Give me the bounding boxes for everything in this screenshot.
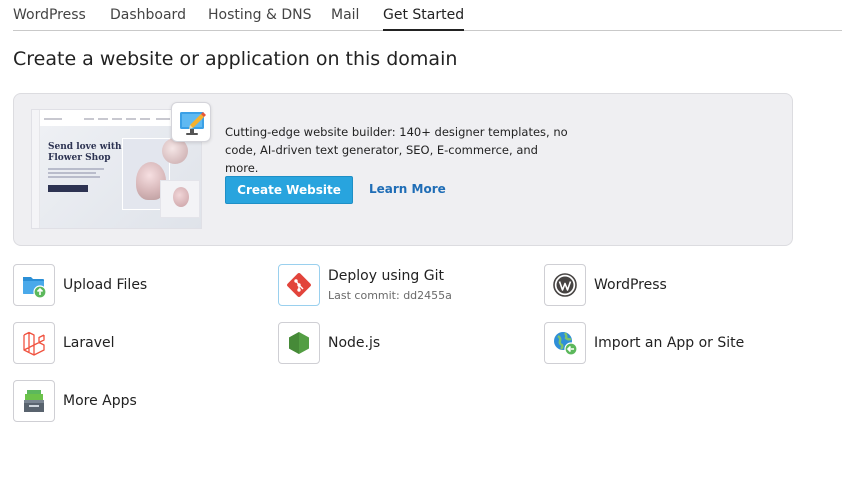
git-icon <box>287 273 311 297</box>
upload-folder-icon <box>23 277 47 299</box>
laravel-tile[interactable]: Laravel <box>13 322 115 364</box>
tab-get-started[interactable]: Get Started <box>383 7 465 31</box>
site-builder-card: Send love with Flower Shop Cutting-edge … <box>13 93 793 246</box>
tab-wordpress[interactable]: WordPress <box>13 7 86 23</box>
import-app-label: Import an App or Site <box>594 335 745 351</box>
upload-files-label: Upload Files <box>63 277 148 293</box>
site-builder-badge <box>171 102 211 142</box>
wordpress-icon <box>553 273 577 297</box>
import-app-tile[interactable]: Import an App or Site <box>544 322 744 364</box>
laravel-label: Laravel <box>63 335 115 351</box>
laravel-icon <box>23 331 45 356</box>
tab-bar: WordPress Dashboard Hosting & DNS Mail G… <box>13 0 842 31</box>
tab-mail[interactable]: Mail <box>331 7 359 23</box>
create-website-button[interactable]: Create Website <box>225 176 353 204</box>
preview-headline: Send love with Flower Shop <box>48 142 122 163</box>
import-globe-icon <box>554 332 578 356</box>
site-builder-icon <box>180 112 206 135</box>
tab-dashboard[interactable]: Dashboard <box>110 7 186 23</box>
more-apps-tile[interactable]: More Apps <box>13 380 137 422</box>
learn-more-link[interactable]: Learn More <box>369 182 446 196</box>
site-builder-description: Cutting-edge website builder: 140+ desig… <box>225 125 568 175</box>
last-commit-text: Last commit: dd2455a <box>328 289 452 302</box>
app-catalog-icon <box>24 390 44 412</box>
nodejs-label: Node.js <box>328 335 381 351</box>
wordpress-label: WordPress <box>594 277 667 293</box>
wordpress-tile[interactable]: WordPress <box>544 264 667 306</box>
nodejs-tile[interactable]: Node.js <box>278 322 380 364</box>
more-apps-label: More Apps <box>63 393 137 409</box>
upload-files-tile[interactable]: Upload Files <box>13 264 147 306</box>
deploy-git-tile[interactable]: Deploy using Git Last commit: dd2455a <box>278 264 452 306</box>
nodejs-icon <box>289 332 309 354</box>
page-title: Create a website or application on this … <box>13 48 458 70</box>
deploy-git-label: Deploy using Git <box>328 268 444 284</box>
tab-hosting-dns[interactable]: Hosting & DNS <box>208 7 311 23</box>
